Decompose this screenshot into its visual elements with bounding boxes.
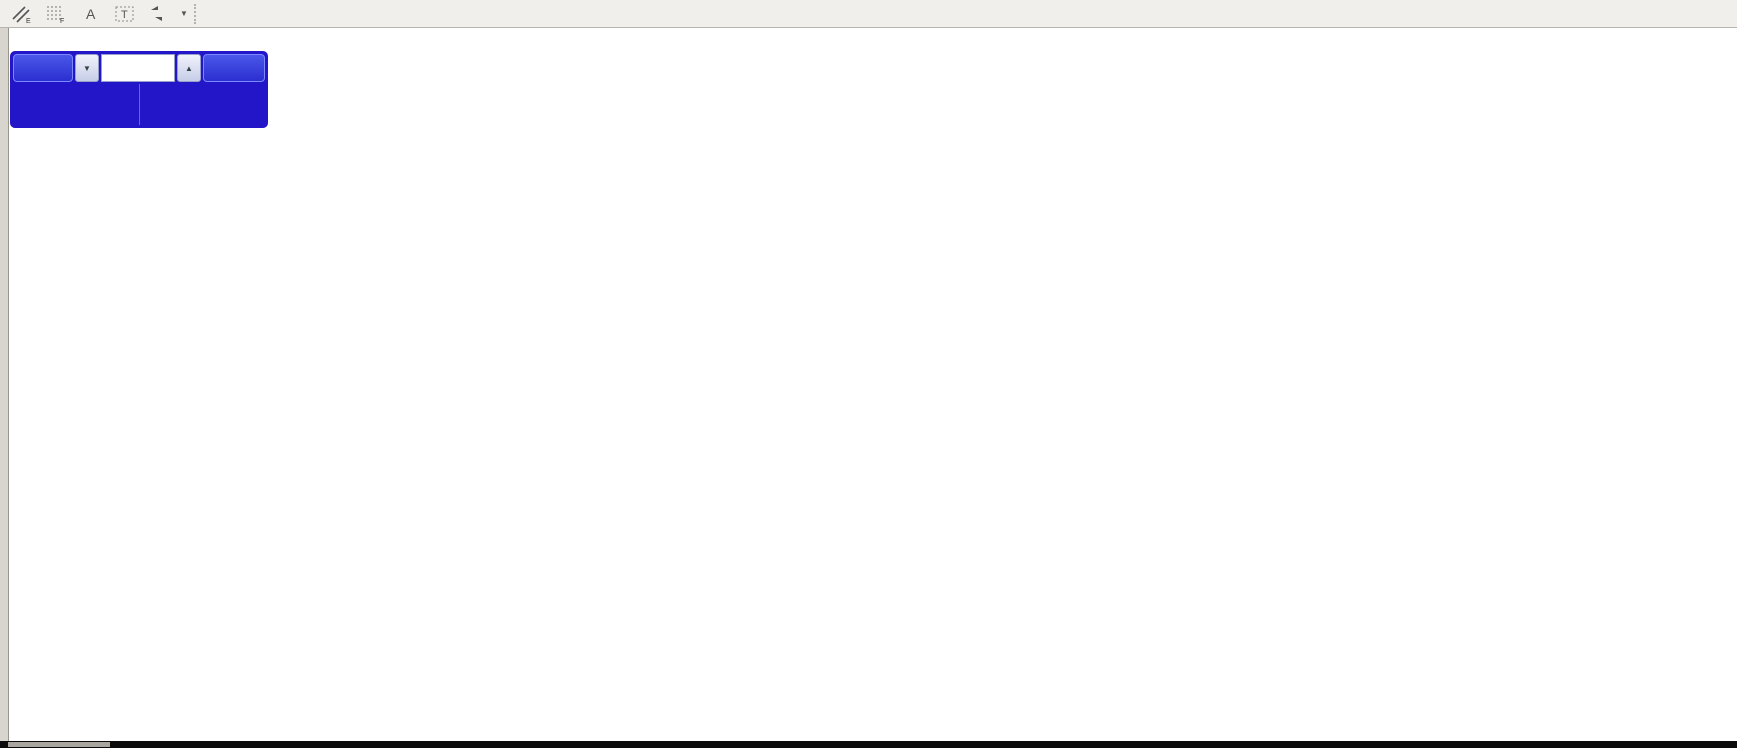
bottom-edge-segment: [8, 742, 110, 747]
fibonacci-icon[interactable]: F: [42, 3, 72, 25]
svg-text:E: E: [26, 18, 31, 24]
toolbar: E F A T ▼: [0, 0, 1737, 28]
arrows-icon[interactable]: [144, 3, 174, 25]
svg-text:T: T: [121, 9, 128, 21]
svg-text:A: A: [86, 6, 96, 22]
lot-decrease-button[interactable]: ▼: [75, 54, 99, 82]
text-label-icon[interactable]: A: [76, 3, 106, 25]
sell-price-display[interactable]: [13, 84, 140, 125]
text-box-icon[interactable]: T: [110, 3, 140, 25]
dropdown-caret-icon[interactable]: ▼: [180, 9, 188, 18]
one-click-trade-panel: ▼ ▲: [10, 51, 268, 128]
mt4-window: E F A T ▼ ▼ ▲: [0, 0, 1737, 748]
buy-button[interactable]: [203, 54, 265, 82]
buy-price-display[interactable]: [140, 84, 266, 125]
symbol-ohlc-line: [14, 36, 27, 51]
sell-button[interactable]: [13, 54, 73, 82]
toolbar-separator: [193, 3, 201, 24]
equidistant-channel-icon[interactable]: E: [8, 3, 38, 25]
window-left-edge: [0, 28, 9, 748]
svg-text:F: F: [60, 18, 64, 24]
lot-increase-button[interactable]: ▲: [177, 54, 201, 82]
window-bottom-edge: [0, 741, 1737, 748]
lot-size-input[interactable]: [101, 54, 175, 82]
